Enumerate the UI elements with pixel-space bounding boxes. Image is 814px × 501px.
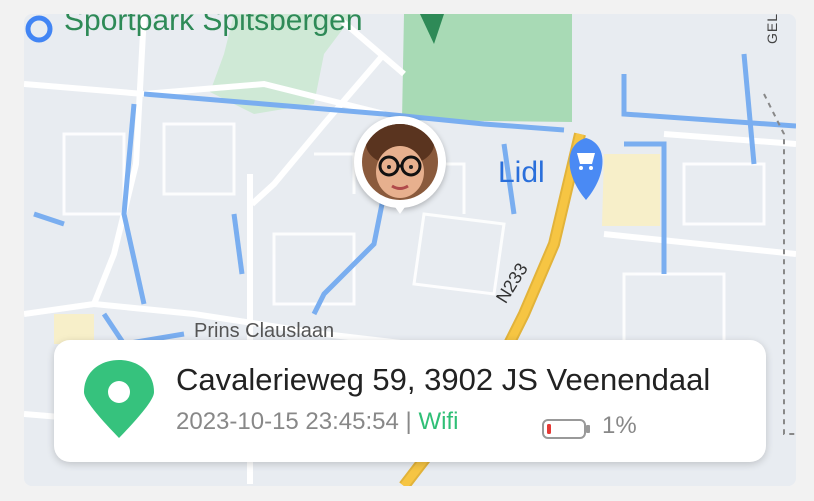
meta-separator: | (405, 408, 412, 435)
region-label: GELDERLAND (764, 14, 780, 44)
lidl-label[interactable]: Lidl (498, 156, 545, 190)
avatar-photo-icon (362, 124, 438, 200)
google-logo-icon (25, 15, 53, 43)
marker-pointer (390, 200, 410, 214)
battery-percentage: 1% (602, 412, 637, 439)
address-text: Cavalerieweg 59, 3902 JS Veenendaal (176, 362, 711, 397)
battery-fill (547, 424, 551, 434)
connection-type: Wifi (418, 408, 459, 435)
timestamp-text: 2023-10-15 23:45:54 (176, 408, 399, 435)
battery-icon (542, 419, 590, 439)
location-card[interactable]: Cavalerieweg 59, 3902 JS Veenendaal 2023… (54, 340, 766, 462)
location-pin-icon (84, 360, 154, 438)
device-location-marker[interactable] (354, 116, 450, 222)
location-meta: 2023-10-15 23:45:54 | Wifi (176, 408, 458, 436)
avatar (362, 124, 438, 200)
avatar-bubble (354, 116, 446, 208)
map-screen: Sportpark Spitsbergen Lidl Prins Clausla… (0, 0, 814, 501)
park-label[interactable]: Sportpark Spitsbergen (64, 14, 363, 38)
